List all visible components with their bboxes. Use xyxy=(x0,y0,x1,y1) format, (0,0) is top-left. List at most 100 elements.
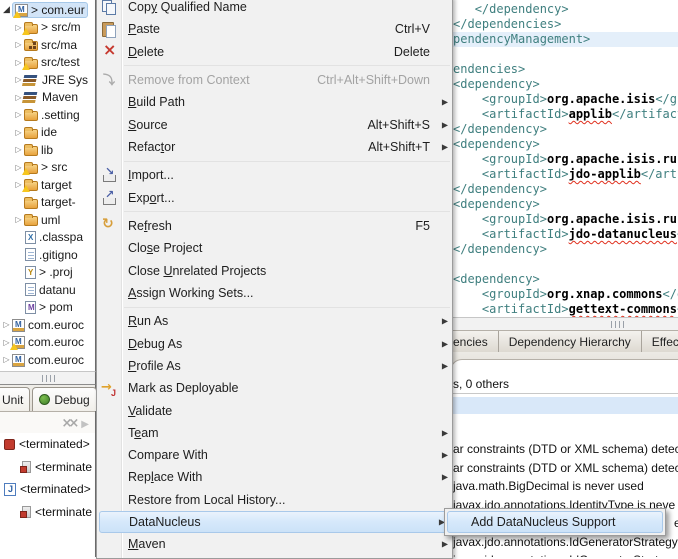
menu-shortcut: Alt+Shift+S xyxy=(367,118,444,132)
folder-icon xyxy=(24,216,38,226)
resume-icon[interactable] xyxy=(81,414,89,432)
expander-icon[interactable]: ▷ xyxy=(1,355,12,364)
menu-item-debug-as[interactable]: Debug As▶ xyxy=(97,333,452,355)
package-explorer-hscrollbar[interactable] xyxy=(0,371,96,384)
java-app-icon xyxy=(4,483,16,496)
menu-item-build-path[interactable]: Build Path▶ xyxy=(97,91,452,113)
debug-tree-row[interactable]: <terminate xyxy=(0,456,95,479)
menu-item-remove-from-context[interactable]: Remove from ContextCtrl+Alt+Shift+Down xyxy=(97,69,452,91)
tree-row[interactable]: > pom xyxy=(0,299,95,317)
tree-row[interactable]: target- xyxy=(0,194,95,212)
menu-item-label: Close Unrelated Projects xyxy=(128,264,266,278)
tree-row[interactable]: datanu xyxy=(0,281,95,299)
tree-row[interactable]: ▷com.euroc xyxy=(0,334,95,352)
expander-icon[interactable]: ▷ xyxy=(13,145,24,154)
submenu-arrow-icon: ▶ xyxy=(442,317,448,326)
tree-item-label: src/ma xyxy=(41,38,77,52)
debug-toolbar xyxy=(0,411,95,433)
delete-icon xyxy=(101,44,117,60)
library-icon xyxy=(24,90,39,104)
tree-row[interactable]: ▷com.euroc xyxy=(0,351,95,369)
tree-item-label: target- xyxy=(41,195,76,209)
debug-view-tabs: Unit Debug xyxy=(0,385,95,411)
debug-tree-row[interactable]: <terminated> xyxy=(0,478,95,501)
tree-row[interactable]: ▷> src/m xyxy=(0,19,95,37)
project-context-menu: Copy Qualified NamePasteCtrl+VDeleteDele… xyxy=(96,0,453,559)
debug-row-label: <terminate xyxy=(35,460,92,474)
tree-row[interactable]: ◢> com.eur xyxy=(0,1,95,19)
package-explorer-tree[interactable]: ◢> com.eur▷> src/m▷src/ma▷src/test▷JRE S… xyxy=(0,0,96,371)
tree-row[interactable]: > .proj xyxy=(0,264,95,282)
menu-item-paste[interactable]: PasteCtrl+V xyxy=(97,18,452,40)
menu-item-label: Debug As xyxy=(128,337,182,351)
tree-row[interactable]: ▷JRE Sys xyxy=(0,71,95,89)
menu-item-assign-working-sets[interactable]: Assign Working Sets... xyxy=(97,282,452,304)
menu-item-compare-with[interactable]: Compare With▶ xyxy=(97,444,452,466)
folder-icon xyxy=(24,146,38,156)
expander-icon[interactable]: ▷ xyxy=(13,215,24,224)
menu-item-delete[interactable]: DeleteDelete xyxy=(97,41,452,63)
tree-row[interactable]: ▷> src xyxy=(0,159,95,177)
menu-item-mark-as-deployable[interactable]: Mark as Deployable xyxy=(97,377,452,399)
menu-item-restore-from-local-history[interactable]: Restore from Local History... xyxy=(97,489,452,511)
debug-tree-row[interactable]: <terminated> xyxy=(0,433,95,456)
tree-row[interactable]: ▷ src/ma xyxy=(0,36,95,54)
pom-page-tab-2[interactable]: Effective P xyxy=(642,331,678,352)
tree-row[interactable]: .gitigno xyxy=(0,246,95,264)
scrollbar-grip[interactable] xyxy=(611,321,624,328)
debug-row-label: <terminated> xyxy=(20,482,91,496)
tree-row[interactable]: ▷ .setting xyxy=(0,106,95,124)
tree-row[interactable]: ▷target xyxy=(0,176,95,194)
debug-launch-tree[interactable]: <terminated> <terminate <terminated> <termi… xyxy=(0,433,95,523)
menu-item-label: Build Path xyxy=(128,95,185,109)
menu-item-add-datanucleus-support[interactable]: Add DataNucleus Support xyxy=(447,511,663,533)
menu-item-label: Restore from Local History... xyxy=(128,493,285,507)
expander-icon[interactable]: ▷ xyxy=(13,75,24,84)
tree-item-label: src/test xyxy=(41,55,80,69)
expander-icon[interactable]: ▷ xyxy=(1,320,12,329)
tree-row[interactable]: ▷src/test xyxy=(0,54,95,72)
menu-item-close-project[interactable]: Close Project xyxy=(97,237,452,259)
tab-junit[interactable]: Unit xyxy=(0,387,30,411)
menu-item-team[interactable]: Team▶ xyxy=(97,422,452,444)
expander-icon[interactable]: ▷ xyxy=(13,110,24,119)
expander-icon[interactable]: ◢ xyxy=(1,4,12,15)
scrollbar-grip[interactable] xyxy=(42,375,55,382)
tree-item-label: .setting xyxy=(41,108,80,122)
menu-item-run-as[interactable]: Run As▶ xyxy=(97,310,452,332)
maven-file-icon xyxy=(25,301,36,314)
tree-item-label: .classpa xyxy=(39,230,83,244)
menu-item-copy-qualified-name[interactable]: Copy Qualified Name xyxy=(97,0,452,18)
tree-row[interactable]: ▷uml xyxy=(0,211,95,229)
menu-item-refactor[interactable]: RefactorAlt+Shift+T▶ xyxy=(97,136,452,158)
tree-row[interactable]: ▷ide xyxy=(0,124,95,142)
submenu-arrow-icon: ▶ xyxy=(442,473,448,482)
remove-all-terminated-icon[interactable] xyxy=(62,414,76,432)
tree-row[interactable]: ▷com.euroc xyxy=(0,316,95,334)
tree-row[interactable]: ▷lib xyxy=(0,141,95,159)
menu-item-datanucleus[interactable]: DataNucleus▶ xyxy=(99,511,450,533)
tree-row[interactable]: ▷Maven xyxy=(0,89,95,107)
expander-icon[interactable]: ▷ xyxy=(13,40,24,49)
menu-item-replace-with[interactable]: Replace With▶ xyxy=(97,466,452,488)
menu-item-close-unrelated-projects[interactable]: Close Unrelated Projects xyxy=(97,260,452,282)
maven-project-icon xyxy=(12,354,25,367)
menu-item-validate[interactable]: Validate xyxy=(97,399,452,421)
menu-separator xyxy=(124,307,450,308)
menu-item-refresh[interactable]: RefreshF5 xyxy=(97,215,452,237)
menu-item-export[interactable]: Export... xyxy=(97,187,452,209)
expander-icon[interactable]: ▷ xyxy=(13,128,24,137)
menu-item-profile-as[interactable]: Profile As▶ xyxy=(97,355,452,377)
menu-item-label: Delete xyxy=(128,45,164,59)
folder-icon xyxy=(24,129,38,139)
tree-row[interactable]: .classpa xyxy=(0,229,95,247)
submenu-arrow-icon: ▶ xyxy=(442,143,448,152)
debug-tree-row[interactable]: <terminate xyxy=(0,501,95,524)
tab-debug[interactable]: Debug xyxy=(32,387,96,411)
expander-icon[interactable]: ▷ xyxy=(13,93,24,102)
menu-item-import[interactable]: Import... xyxy=(97,164,452,186)
menu-item-maven[interactable]: Maven▶ xyxy=(97,533,452,555)
pom-page-tab-1[interactable]: Dependency Hierarchy xyxy=(499,331,642,352)
pom-page-tab-0[interactable]: encies xyxy=(453,331,499,352)
menu-item-source[interactable]: SourceAlt+Shift+S▶ xyxy=(97,114,452,136)
